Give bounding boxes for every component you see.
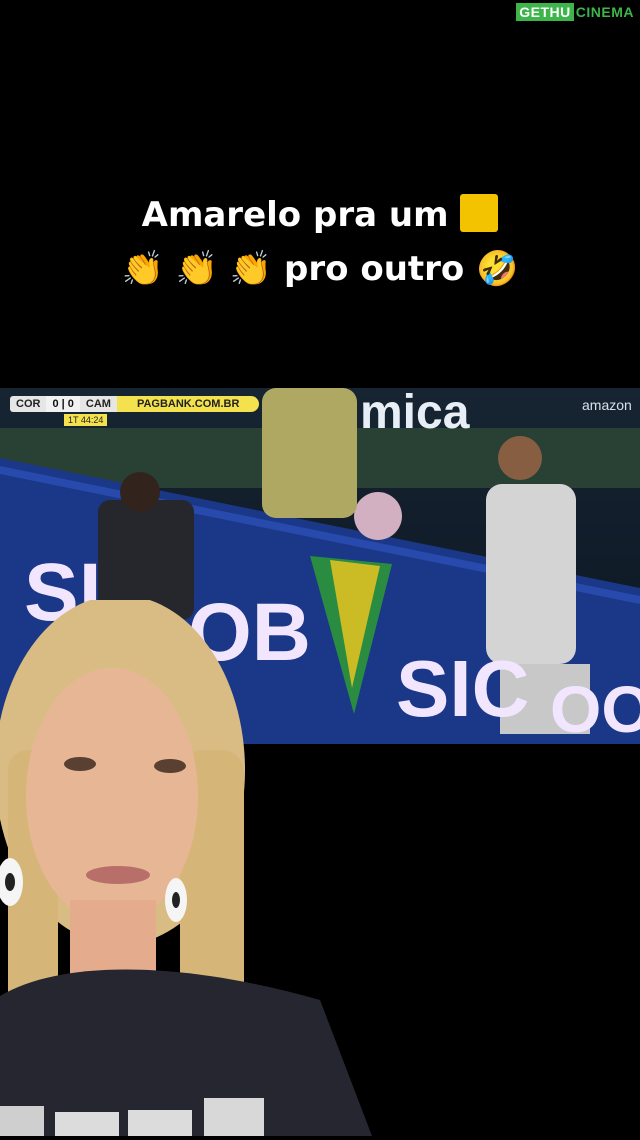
sponsor-board-text-4: OOF bbox=[550, 672, 640, 744]
scoreboard: COR 0 | 0 CAM PAGBANK.COM.BR bbox=[10, 394, 260, 414]
caption-line-2-text: pro outro bbox=[284, 249, 465, 289]
watermark-part-2: CINEMA bbox=[575, 4, 634, 20]
video-caption: Amarelo pra um 👏 👏 👏 pro outro 🤣 bbox=[0, 188, 640, 296]
channel-watermark: GETHU CINEMA bbox=[516, 3, 634, 21]
clapping-hands-icon: 👏 👏 👏 bbox=[121, 249, 273, 289]
presenter-cutout bbox=[0, 595, 390, 1136]
laughing-face-icon: 🤣 bbox=[476, 249, 519, 289]
match-clock: 1T 44:24 bbox=[64, 414, 108, 426]
scoreboard-sponsor: PAGBANK.COM.BR bbox=[116, 396, 260, 412]
stadium-banner-text: mica bbox=[360, 388, 470, 439]
home-team: COR bbox=[10, 396, 47, 412]
watermark-part-1: GETHU bbox=[516, 3, 574, 21]
away-team: CAM bbox=[79, 396, 117, 412]
caption-line-2: 👏 👏 👏 pro outro 🤣 bbox=[0, 242, 640, 296]
caption-line-1-text: Amarelo pra um bbox=[141, 195, 449, 235]
sponsor-board-text-3: SIC bbox=[396, 644, 529, 733]
score: 0 | 0 bbox=[46, 396, 80, 412]
caption-line-1: Amarelo pra um bbox=[0, 188, 640, 242]
tv-logo: amazon bbox=[582, 397, 632, 413]
yellow-square-icon bbox=[460, 194, 499, 232]
